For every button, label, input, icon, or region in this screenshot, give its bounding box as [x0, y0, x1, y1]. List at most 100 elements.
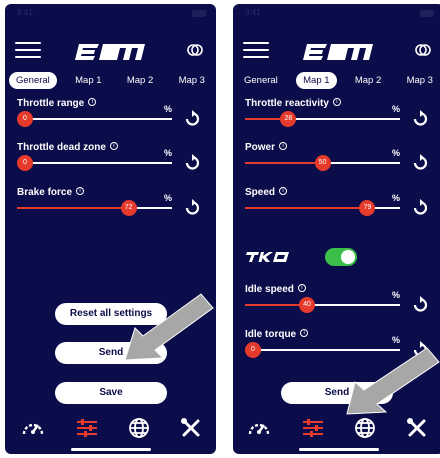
reset-icon[interactable]: [411, 199, 429, 217]
slider-track[interactable]: 28: [245, 111, 400, 127]
battery-icon: [192, 10, 206, 17]
reset-icon[interactable]: [411, 154, 429, 172]
reset-icon[interactable]: [183, 199, 201, 217]
tab-map-1[interactable]: Map 1: [68, 72, 108, 89]
tab-map-3[interactable]: Map 3: [400, 72, 440, 89]
brand-logo: [303, 44, 373, 60]
toggle-knob: [341, 250, 355, 264]
slider-unit: %: [164, 104, 173, 114]
slider-label: Idle torque i: [245, 329, 309, 340]
slider-row-brake-force: Brake force i % 72: [17, 187, 207, 225]
slider-label: Throttle reactivity i: [245, 98, 341, 109]
speedometer-icon[interactable]: [21, 416, 45, 440]
tools-icon[interactable]: [179, 416, 203, 440]
info-icon[interactable]: i: [279, 187, 288, 195]
slider-thumb[interactable]: 0: [17, 111, 33, 127]
phone-screen-map-1: 9:41 General Map 1 Map 2 Map 3 Throttle …: [233, 4, 440, 454]
link-icon[interactable]: [186, 42, 204, 58]
slider-unit: %: [164, 148, 173, 158]
info-icon[interactable]: i: [109, 142, 118, 150]
slider-row-throttle-reactivity: Throttle reactivity i % 28: [245, 98, 435, 136]
slider-thumb[interactable]: 79: [359, 200, 376, 216]
home-indicator: [71, 448, 151, 451]
slider-unit: %: [164, 193, 173, 203]
tab-map-2[interactable]: Map 2: [348, 72, 388, 89]
slider-unit: %: [392, 335, 401, 345]
slider-track[interactable]: 50: [245, 155, 400, 171]
slider-thumb[interactable]: 72: [120, 200, 137, 216]
tab-bar: General Map 1 Map 2 Map 3: [9, 71, 212, 89]
slider-thumb[interactable]: 40: [299, 297, 315, 313]
status-bar: 9:41: [17, 8, 206, 20]
hamburger-icon[interactable]: [243, 42, 269, 60]
phone-screen-general: 9:41 General Map 1 Map 2 Map 3 Throttle …: [5, 4, 216, 454]
tko-logo: [246, 252, 289, 262]
save-button[interactable]: Save: [55, 382, 167, 404]
reset-icon[interactable]: [411, 296, 429, 314]
slider-thumb[interactable]: 28: [280, 111, 297, 127]
slider-track[interactable]: 0: [17, 155, 172, 171]
slider-fill: [245, 304, 307, 306]
bottom-nav: [5, 416, 216, 444]
slider-fill: [17, 207, 129, 209]
reset-icon[interactable]: [183, 154, 201, 172]
slider-label: Brake force i: [17, 187, 85, 198]
info-icon[interactable]: i: [88, 98, 97, 106]
bottom-nav: [233, 416, 440, 444]
tab-general[interactable]: General: [9, 71, 57, 89]
info-icon[interactable]: i: [297, 284, 306, 292]
tab-map-3[interactable]: Map 3: [172, 72, 212, 89]
slider-fill: [245, 207, 368, 209]
slider-row-power: Power i % 50: [245, 142, 435, 180]
speedometer-icon[interactable]: [247, 416, 271, 440]
slider-thumb[interactable]: 0: [245, 342, 261, 358]
slider-track[interactable]: 40: [245, 297, 400, 313]
slider-row-throttle-range: Throttle range i % 0: [17, 98, 207, 136]
slider-fill: [245, 162, 323, 164]
brand-logo: [75, 44, 145, 60]
slider-track[interactable]: 79: [245, 200, 400, 216]
reset-icon[interactable]: [411, 110, 429, 128]
status-time: 9:41: [17, 8, 33, 17]
slider-track[interactable]: 72: [17, 200, 172, 216]
slider-label: Power i: [245, 142, 288, 153]
slider-thumb[interactable]: 50: [314, 155, 331, 171]
slider-unit: %: [392, 290, 401, 300]
pointer-arrow: [346, 347, 440, 415]
tab-map-1[interactable]: Map 1: [296, 71, 337, 89]
info-icon[interactable]: i: [300, 329, 309, 337]
pointer-arrow: [124, 293, 214, 361]
slider-track[interactable]: 0: [17, 111, 172, 127]
globe-icon[interactable]: [127, 416, 151, 440]
slider-row-idle-speed: Idle speed i % 40: [245, 284, 435, 322]
status-bar: 9:41: [245, 8, 434, 20]
status-time: 9:41: [245, 8, 261, 17]
slider-unit: %: [392, 148, 401, 158]
tab-bar: General Map 1 Map 2 Map 3: [237, 71, 440, 89]
slider-row-throttle-dead-zone: Throttle dead zone i % 0: [17, 142, 207, 180]
slider-label: Speed i: [245, 187, 288, 198]
slider-thumb[interactable]: 0: [17, 155, 33, 171]
slider-unit: %: [392, 104, 401, 114]
globe-icon[interactable]: [353, 416, 377, 440]
tools-icon[interactable]: [405, 416, 429, 440]
sliders-icon[interactable]: [301, 416, 325, 440]
hamburger-icon[interactable]: [15, 42, 41, 60]
info-icon[interactable]: i: [76, 187, 85, 195]
sliders-icon[interactable]: [75, 416, 99, 440]
info-icon[interactable]: i: [332, 98, 341, 106]
battery-icon: [420, 10, 434, 17]
slider-label: Throttle dead zone i: [17, 142, 118, 153]
tab-map-2[interactable]: Map 2: [120, 72, 160, 89]
tab-general[interactable]: General: [237, 72, 285, 89]
tko-row: [245, 248, 435, 268]
link-icon[interactable]: [414, 42, 432, 58]
reset-icon[interactable]: [183, 110, 201, 128]
slider-label: Throttle range i: [17, 98, 97, 109]
slider-unit: %: [392, 193, 401, 203]
info-icon[interactable]: i: [279, 142, 288, 150]
tko-toggle[interactable]: [325, 248, 357, 266]
slider-label: Idle speed i: [245, 284, 306, 295]
slider-row-speed: Speed i % 79: [245, 187, 435, 225]
home-indicator: [299, 448, 379, 451]
